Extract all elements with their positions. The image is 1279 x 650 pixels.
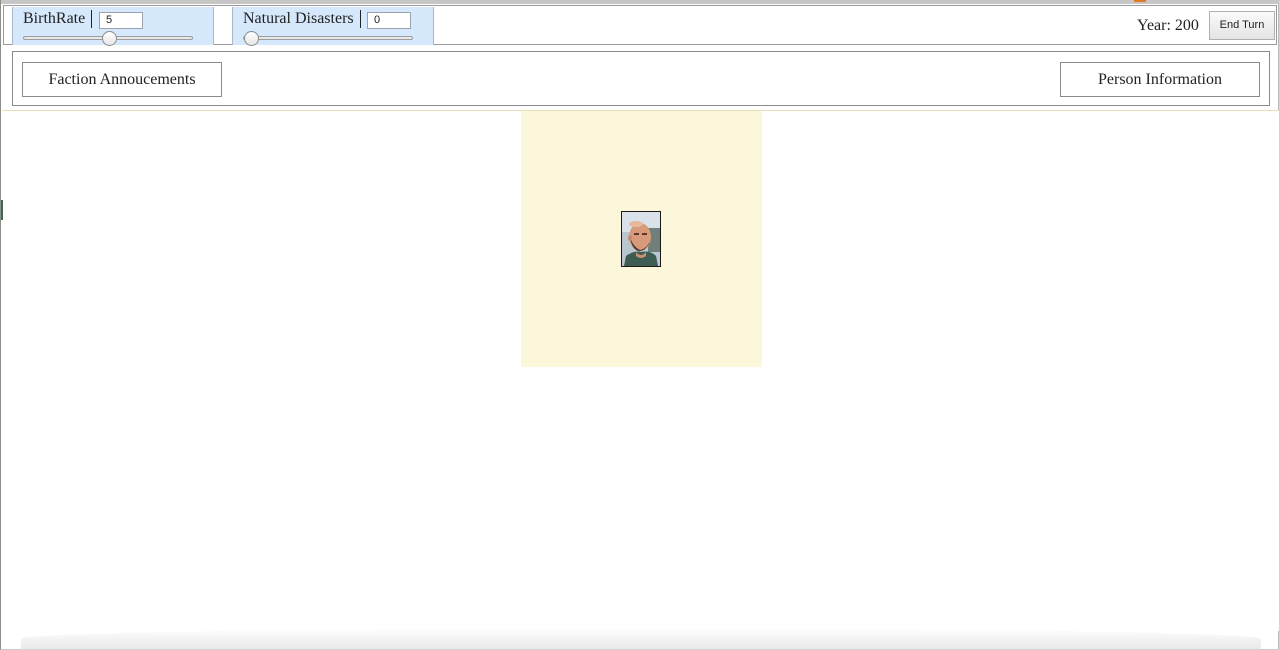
end-turn-button[interactable]: End Turn [1209, 11, 1275, 40]
natural-disasters-value-input[interactable]: 0 [367, 12, 411, 29]
browser-tab-indicator [1134, 0, 1146, 2]
info-bar: Faction Annoucements Person Information [12, 51, 1270, 106]
year-display: Year: 200 [1137, 17, 1199, 34]
faction-tile [521, 111, 762, 367]
control-bar: BirthRate 5 Natural Disasters 0 Year: 20… [3, 5, 1277, 46]
bald-man-portrait-icon[interactable] [621, 211, 661, 267]
birthrate-control: BirthRate 5 [12, 7, 214, 46]
main-area [2, 110, 1279, 631]
person-information-button[interactable]: Person Information [1060, 62, 1260, 97]
birthrate-slider[interactable] [23, 31, 193, 46]
natural-disasters-slider[interactable] [243, 31, 413, 46]
birthrate-label: BirthRate [23, 10, 93, 28]
app-window: BirthRate 5 Natural Disasters 0 Year: 20… [0, 0, 1279, 650]
window-edge-marker [1, 200, 3, 220]
birthrate-slider-thumb[interactable] [102, 31, 117, 46]
natural-disasters-slider-thumb[interactable] [244, 31, 259, 46]
bottom-shadow [21, 628, 1261, 650]
faction-announcements-button[interactable]: Faction Annoucements [22, 62, 222, 97]
birthrate-value-input[interactable]: 5 [99, 12, 143, 29]
natural-disasters-control: Natural Disasters 0 [232, 7, 434, 46]
natural-disasters-label: Natural Disasters [243, 10, 361, 28]
browser-top-strip [1, 0, 1279, 4]
